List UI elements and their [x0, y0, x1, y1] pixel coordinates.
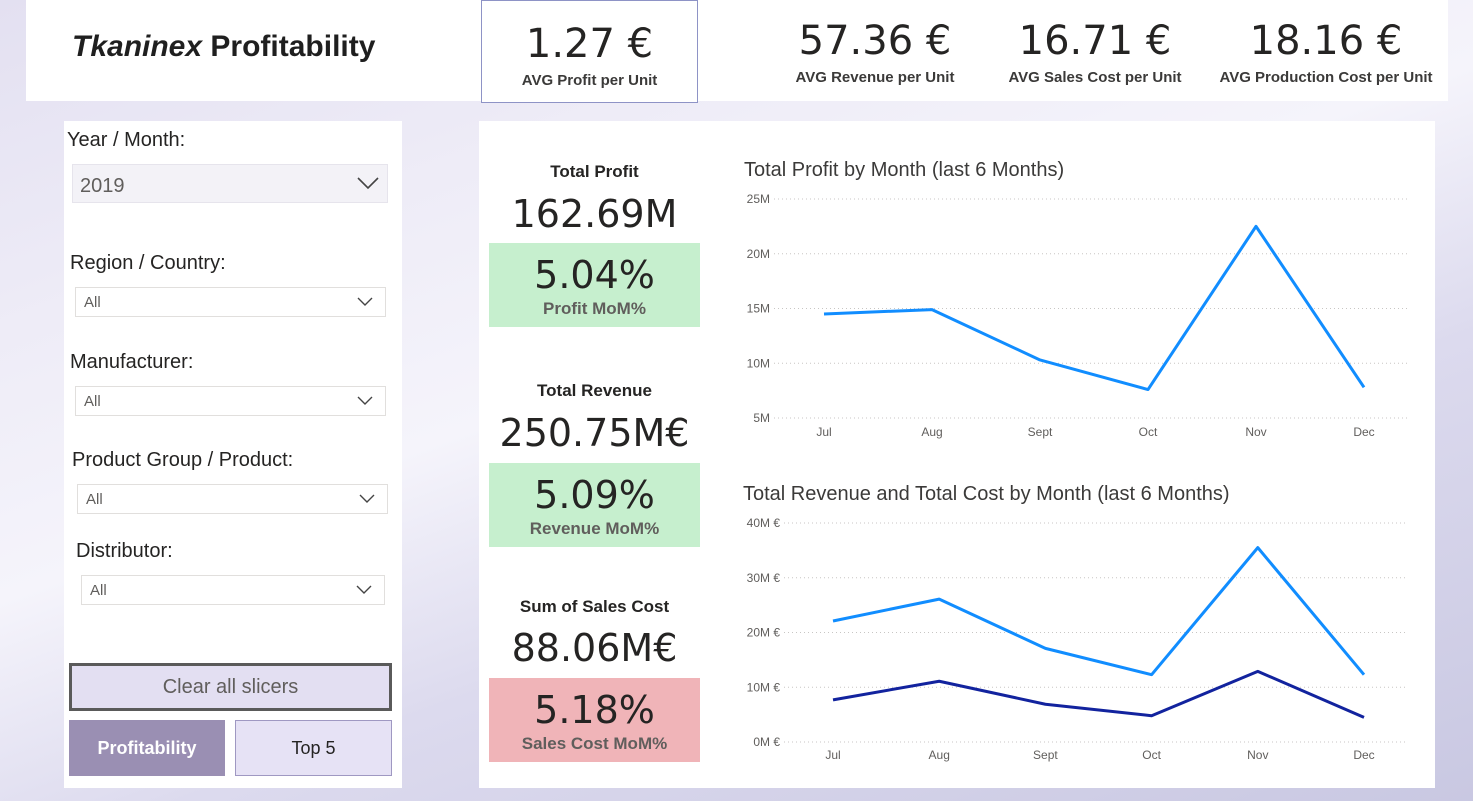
kpi-avg-revenue-card[interactable]: 57.36 € AVG Revenue per Unit [780, 0, 970, 86]
kpi-value: 1.27 € [525, 21, 654, 67]
revenue-mom-label: Revenue MoM% [529, 519, 660, 538]
profit-chart-title: Total Profit by Month (last 6 Months) [744, 159, 1065, 181]
x-tick-label: Aug [921, 425, 942, 439]
region-slicer-label: Region / Country: [70, 252, 226, 274]
page-title: Tkaninex Profitability [72, 30, 375, 64]
x-tick-label: Oct [1139, 425, 1158, 439]
profit-mom-value: 5.04% [534, 253, 655, 297]
chevron-down-icon [356, 585, 372, 594]
kpi-value: 57.36 € [798, 18, 952, 64]
kpi-avg-production-cost-card[interactable]: 18.16 € AVG Production Cost per Unit [1208, 0, 1444, 86]
x-tick-label: Dec [1353, 748, 1374, 762]
year-dropdown[interactable]: 2019 [72, 164, 388, 203]
kpi-avg-sales-cost-card[interactable]: 16.71 € AVG Sales Cost per Unit [1000, 0, 1190, 86]
y-tick-label: 10M € [747, 680, 781, 694]
profit-mom-label: Profit MoM% [543, 299, 646, 318]
y-tick-label: 10M [747, 356, 770, 370]
sales-cost-title: Sum of Sales Cost [519, 597, 670, 616]
chevron-down-icon [357, 177, 379, 190]
nav-top5-button[interactable]: Top 5 [235, 720, 392, 776]
distributor-dropdown-value: All [90, 582, 107, 599]
manufacturer-dropdown[interactable]: All [75, 386, 386, 416]
chevron-down-icon [357, 297, 373, 306]
series-line-1[interactable] [823, 224, 1366, 392]
chevron-down-icon [357, 396, 373, 405]
y-tick-label: 0M € [753, 735, 780, 749]
kpi-avg-profit-card[interactable]: 1.27 € AVG Profit per Unit [481, 0, 698, 103]
sales-cost-value: 88.06M€ [511, 626, 678, 670]
revenue-mom-card: 5.09% Revenue MoM% [489, 463, 700, 547]
profit-line-chart[interactable]: 5M 10M 15M 20M 25M Jul Aug Sept Oct Nov Dec [735, 188, 1415, 444]
year-dropdown-value: 2019 [80, 175, 125, 197]
y-tick-label: 25M [747, 192, 770, 206]
clear-slicers-button[interactable]: Clear all slicers [69, 663, 392, 711]
revenue-mom-value: 5.09% [534, 473, 655, 517]
chevron-down-icon [359, 494, 375, 503]
kpi-label: AVG Revenue per Unit [795, 69, 955, 86]
region-dropdown-value: All [84, 294, 101, 311]
kpi-value: 18.16 € [1249, 18, 1403, 64]
year-slicer-label: Year / Month: [67, 129, 186, 151]
nav-profitability-button[interactable]: Profitability [69, 720, 225, 776]
kpi-label: AVG Sales Cost per Unit [1008, 69, 1182, 86]
manufacturer-dropdown-value: All [84, 393, 101, 410]
kpi-label: AVG Profit per Unit [521, 72, 658, 89]
total-profit-title: Total Profit [550, 162, 639, 181]
series-line-2[interactable] [832, 669, 1365, 719]
x-tick-label: Nov [1245, 425, 1266, 439]
series-line-1[interactable] [832, 546, 1366, 677]
total-revenue-value: 250.75M€ [499, 411, 690, 455]
sales-cost-mom-label: Sales Cost MoM% [521, 734, 668, 753]
total-profit-value: 162.69M [511, 192, 678, 236]
x-tick-label: Nov [1247, 748, 1268, 762]
kpi-value: 16.71 € [1018, 18, 1172, 64]
region-dropdown[interactable]: All [75, 287, 386, 317]
y-tick-label: 20M [747, 247, 770, 261]
product-dropdown[interactable]: All [77, 484, 388, 514]
profit-mom-card: 5.04% Profit MoM% [489, 243, 700, 327]
product-dropdown-value: All [86, 491, 103, 508]
y-tick-label: 40M € [747, 516, 781, 530]
y-tick-label: 5M [753, 411, 770, 425]
sales-cost-mom-value: 5.18% [534, 688, 655, 732]
manufacturer-slicer-label: Manufacturer: [70, 351, 194, 373]
distributor-slicer-label: Distributor: [76, 540, 173, 562]
sales-cost-mom-card: 5.18% Sales Cost MoM% [489, 678, 700, 762]
revenue-cost-chart-title: Total Revenue and Total Cost by Month (l… [743, 483, 1230, 505]
y-tick-label: 15M [747, 302, 770, 316]
x-tick-label: Jul [825, 748, 840, 762]
revenue-cost-line-chart[interactable]: 0M € 10M € 20M € 30M € 40M € Jul Aug Sept Oct Nov… [735, 512, 1415, 768]
y-tick-label: 20M € [747, 626, 781, 640]
distributor-dropdown[interactable]: All [81, 575, 385, 605]
x-tick-label: Jul [816, 425, 831, 439]
product-slicer-label: Product Group / Product: [72, 449, 294, 471]
title-text: Profitability [202, 30, 376, 63]
title-brand: Tkaninex [72, 30, 203, 63]
total-revenue-title: Total Revenue [537, 381, 652, 400]
x-tick-label: Sept [1033, 748, 1058, 762]
x-tick-label: Sept [1028, 425, 1053, 439]
kpi-label: AVG Production Cost per Unit [1219, 69, 1433, 86]
x-tick-label: Dec [1353, 425, 1374, 439]
x-tick-label: Aug [929, 748, 950, 762]
x-tick-label: Oct [1142, 748, 1161, 762]
y-tick-label: 30M € [747, 571, 781, 585]
